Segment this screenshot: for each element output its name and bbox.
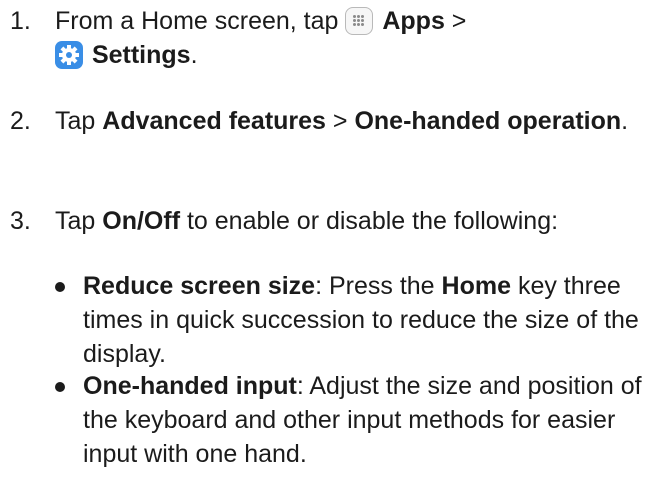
home-key-label: Home [441,272,511,300]
on-off-label: On/Off [102,207,181,235]
bullet-dot [55,282,65,292]
reduce-screen-size-label: Reduce screen size [83,272,316,300]
step-number: 2. [10,107,31,135]
step-text: From a Home screen, tap Apps > Settings. [55,7,467,69]
step-text: Tap Advanced features > One-handed opera… [55,107,629,135]
apps-label: Apps [382,7,445,35]
advanced-features-label: Advanced features [102,107,326,135]
text-segment: From a Home screen, tap [55,7,346,35]
apps-icon [345,7,374,35]
step-number: 1. [10,7,31,35]
step-number: 3. [10,207,31,235]
bullet-text: One-handed input: Adjust the size and po… [83,372,642,468]
bullet-dot [55,382,65,392]
bullet-text: Reduce screen size: Press the Home key t… [83,272,639,368]
settings-icon [55,41,83,69]
one-handed-operation-label: One-handed operation [354,107,622,135]
one-handed-input-label: One-handed input [83,372,297,400]
step-text: Tap On/Off to enable or disable the foll… [55,207,559,235]
settings-label: Settings [91,41,191,69]
